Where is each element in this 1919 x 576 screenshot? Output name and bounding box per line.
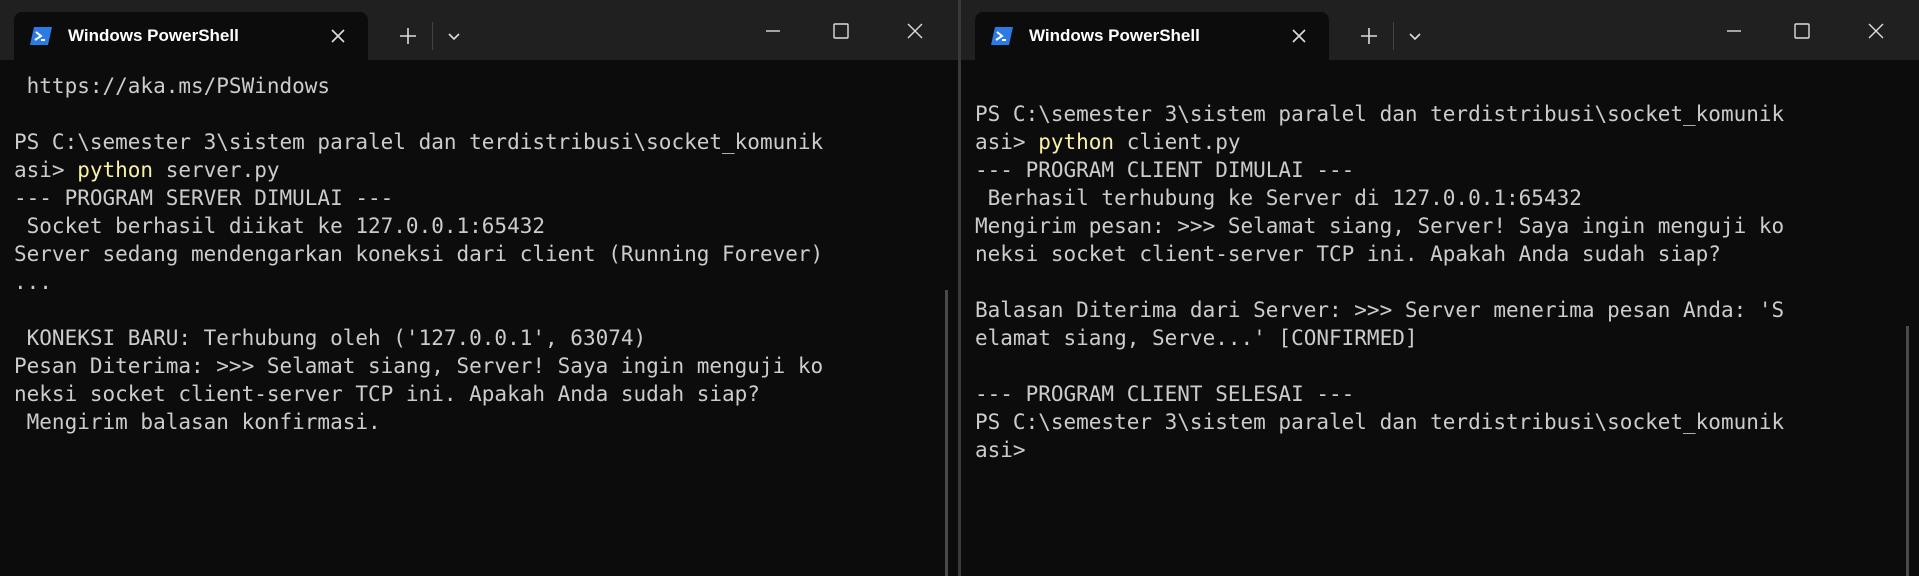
- terminal-line: KONEKSI BARU: Terhubung oleh ('127.0.0.1…: [14, 326, 647, 350]
- terminal-line: --- PROGRAM CLIENT DIMULAI ---: [975, 158, 1355, 182]
- maximize-icon[interactable]: [1789, 18, 1815, 44]
- powershell-window-client: Windows PowerShell PS C:\semester 3\sist…: [961, 0, 1919, 576]
- close-window-icon[interactable]: [1863, 18, 1889, 44]
- tab-title: Windows PowerShell: [68, 26, 239, 45]
- terminal-line: Pesan Diterima: >>> Selamat siang, Serve…: [14, 354, 824, 378]
- terminal-line: ...: [14, 270, 52, 294]
- separator: [432, 22, 433, 50]
- terminal-line: PS C:\semester 3\sistem paralel dan terd…: [14, 130, 824, 154]
- title-bar[interactable]: Windows PowerShell: [0, 0, 958, 60]
- command-name: python: [1038, 130, 1115, 154]
- tab-windows-powershell[interactable]: Windows PowerShell: [975, 12, 1329, 60]
- terminal-line: [14, 296, 958, 324]
- command-args: server.py: [153, 158, 280, 182]
- terminal-prompt-line: asi>: [975, 438, 1026, 462]
- close-tab-icon[interactable]: [328, 26, 348, 46]
- plus-icon[interactable]: [1357, 24, 1381, 48]
- tab-title: Windows PowerShell: [1029, 26, 1200, 45]
- plus-icon[interactable]: [396, 24, 420, 48]
- close-tab-icon[interactable]: [1289, 26, 1309, 46]
- terminal-line: neksi socket client-server TCP ini. Apak…: [975, 242, 1721, 266]
- chevron-down-icon[interactable]: [444, 26, 464, 46]
- prompt: asi>: [975, 130, 1039, 154]
- powershell-icon: [991, 27, 1013, 45]
- close-window-icon[interactable]: [902, 18, 928, 44]
- terminal-prompt-line: asi> python server.py: [14, 156, 958, 184]
- scrollbar[interactable]: [945, 290, 948, 576]
- terminal-prompt-line: asi> python client.py: [975, 128, 1919, 156]
- maximize-icon[interactable]: [828, 18, 854, 44]
- terminal-line: https://aka.ms/PSWindows: [14, 74, 331, 98]
- terminal-line: PS C:\semester 3\sistem paralel dan terd…: [975, 410, 1785, 434]
- prompt: asi>: [14, 158, 78, 182]
- terminal-line: Socket berhasil diikat ke 127.0.0.1:6543…: [14, 214, 546, 238]
- terminal-line: Balasan Diterima dari Server: >>> Server…: [975, 298, 1785, 322]
- command-args: client.py: [1114, 130, 1241, 154]
- terminal-line: Berhasil terhubung ke Server di 127.0.0.…: [975, 186, 1582, 210]
- command-name: python: [77, 158, 154, 182]
- terminal-output[interactable]: PS C:\semester 3\sistem paralel dan terd…: [961, 60, 1919, 576]
- chevron-down-icon[interactable]: [1405, 26, 1425, 46]
- terminal-line: [975, 352, 1919, 380]
- terminal-output[interactable]: https://aka.ms/PSWindows PS C:\semester …: [0, 60, 958, 576]
- terminal-line: Mengirim balasan konfirmasi.: [14, 410, 381, 434]
- terminal-line: elamat siang, Serve...' [CONFIRMED]: [975, 326, 1418, 350]
- terminal-line: [14, 100, 958, 128]
- terminal-line: PS C:\semester 3\sistem paralel dan terd…: [975, 102, 1785, 126]
- powershell-icon: [30, 27, 52, 45]
- separator: [1393, 22, 1394, 50]
- terminal-line: [975, 268, 1919, 296]
- minimize-icon[interactable]: [1721, 18, 1747, 44]
- minimize-icon[interactable]: [760, 18, 786, 44]
- terminal-line: Server sedang mendengarkan koneksi dari …: [14, 242, 824, 266]
- terminal-line: neksi socket client-server TCP ini. Apak…: [14, 382, 760, 406]
- powershell-window-server: Windows PowerShell https://aka.ms/PSWind…: [0, 0, 958, 576]
- terminal-line: [975, 72, 1919, 100]
- terminal-line: Mengirim pesan: >>> Selamat siang, Serve…: [975, 214, 1785, 238]
- title-bar[interactable]: Windows PowerShell: [961, 0, 1919, 60]
- terminal-line: --- PROGRAM SERVER DIMULAI ---: [14, 186, 394, 210]
- terminal-line: --- PROGRAM CLIENT SELESAI ---: [975, 382, 1355, 406]
- tab-windows-powershell[interactable]: Windows PowerShell: [14, 12, 368, 60]
- scrollbar[interactable]: [1906, 326, 1909, 576]
